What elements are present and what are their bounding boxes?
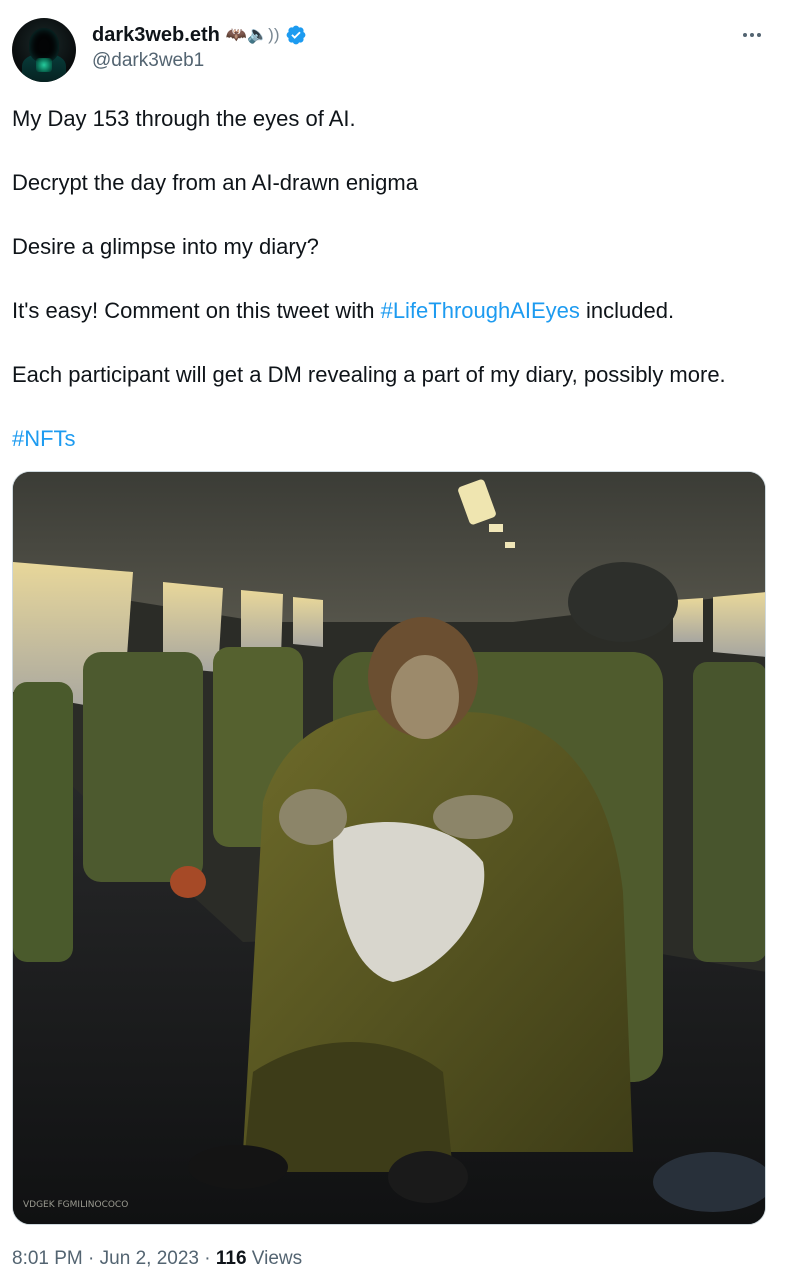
tweet-text-line-6: #NFTs xyxy=(12,425,76,453)
tweet-text-line-1: My Day 153 through the eyes of AI. xyxy=(12,106,356,131)
tweet-text-line-3: Desire a glimpse into my diary? xyxy=(12,234,319,259)
dot xyxy=(743,33,747,37)
display-name[interactable]: dark3web.eth xyxy=(92,24,220,47)
dot xyxy=(750,33,754,37)
tweet-time-link[interactable]: 8:01 PM xyxy=(12,1248,83,1269)
text-segment: included. xyxy=(579,298,675,323)
verified-badge-icon[interactable] xyxy=(285,24,307,46)
tweet-date-link[interactable]: Jun 2, 2023 xyxy=(100,1248,199,1269)
airplane-cabin-illustration: VDGEK FGMILINOCOCO xyxy=(13,472,765,1224)
tweet-text-line-5: Each participant will get a DM revealing… xyxy=(12,362,726,387)
tweet-text-line-2: Decrypt the day from an AI-drawn enigma xyxy=(12,170,418,195)
tweet-image[interactable]: VDGEK FGMILINOCOCO xyxy=(12,471,766,1225)
tweet-meta: 8:01 PM · Jun 2, 2023 · 116 Views xyxy=(12,1248,302,1270)
views-label: Views xyxy=(246,1248,303,1269)
image-signature: VDGEK FGMILINOCOCO xyxy=(23,1200,128,1210)
hashtag-lifethroughaieyes-link[interactable]: #LifeThroughAIEyes xyxy=(381,298,580,323)
views-count: 116 xyxy=(215,1248,247,1269)
name-emoji: 🦇🔈)) xyxy=(225,25,280,44)
avatar-hood xyxy=(29,28,59,62)
avatar[interactable] xyxy=(12,18,76,82)
more-dots-icon[interactable] xyxy=(737,24,767,46)
tweet-text-line-4: It's easy! Comment on this tweet with #L… xyxy=(12,297,674,325)
tweet-card: dark3web.eth 🦇🔈)) @dark3web1 My Day 153 … xyxy=(0,0,800,1286)
dot xyxy=(757,33,761,37)
separator: · xyxy=(198,1248,216,1269)
separator: · xyxy=(82,1248,100,1269)
author-name-row: dark3web.eth 🦇🔈)) xyxy=(92,22,307,48)
hashtag-nfts-link[interactable]: #NFTs xyxy=(12,426,76,451)
avatar-glow xyxy=(36,58,52,72)
text-segment: It's easy! Comment on this tweet with xyxy=(12,298,381,323)
user-handle[interactable]: @dark3web1 xyxy=(92,50,204,72)
